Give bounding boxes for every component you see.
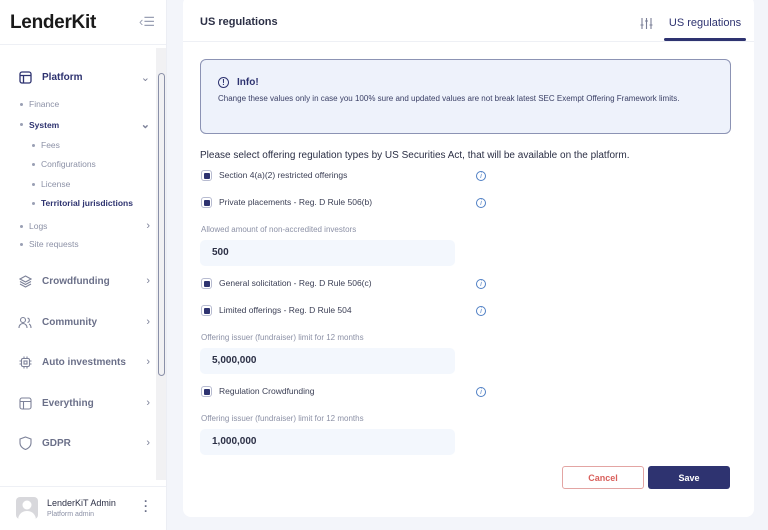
- divider: [183, 41, 754, 42]
- info-icon[interactable]: i: [476, 279, 486, 289]
- sidebar-item-label: Platform: [42, 71, 83, 83]
- sidebar-item-auto-investments[interactable]: Auto investments ›: [18, 353, 150, 371]
- checkbox-reg-d-506b[interactable]: [201, 197, 212, 208]
- sidebar-subitem-finance[interactable]: Finance: [20, 99, 150, 109]
- sidebar-item-everything[interactable]: Everything ›: [18, 394, 150, 412]
- divider: [0, 44, 166, 45]
- chevron-right-icon: ›: [146, 220, 150, 232]
- sidebar-subitem-configurations[interactable]: Configurations: [32, 159, 142, 169]
- checkbox-section-4a2[interactable]: [201, 170, 212, 181]
- user-role: Platform admin: [47, 511, 95, 518]
- sidebar-item-label: Community: [42, 316, 97, 328]
- checkbox-label: Section 4(a)(2) restricted offerings: [219, 170, 348, 180]
- label: License: [41, 179, 71, 189]
- label: Fees: [41, 140, 60, 150]
- chip-icon: [18, 355, 32, 369]
- sidebar-subitem-fees[interactable]: Fees: [32, 140, 142, 150]
- sliders-icon[interactable]: [640, 17, 653, 33]
- info-icon[interactable]: i: [476, 387, 486, 397]
- info-text: Change these values only in case you 100…: [218, 94, 680, 103]
- sidebar-item-crowdfunding[interactable]: Crowdfunding ›: [18, 272, 150, 290]
- sidebar-item-label: Auto investments: [42, 356, 126, 368]
- collapse-menu-icon[interactable]: ‹☰: [139, 14, 155, 30]
- layout-icon: [18, 396, 32, 410]
- reg-d-504-limit-input[interactable]: 5,000,000: [200, 348, 455, 374]
- sidebar-subitem-system[interactable]: System ⌄: [20, 118, 150, 131]
- info-icon[interactable]: i: [476, 306, 486, 316]
- layout-icon: [18, 70, 32, 84]
- sidebar-subitem-site-requests[interactable]: Site requests: [20, 239, 150, 249]
- sidebar-subitem-logs[interactable]: Logs ›: [20, 220, 150, 232]
- logo: LenderKit: [10, 12, 96, 33]
- info-title-text: Info!: [237, 77, 259, 88]
- sidebar-item-platform[interactable]: Platform ⌄: [18, 68, 150, 86]
- checkbox-label: Private placements - Reg. D Rule 506(b): [219, 197, 373, 207]
- checkbox-reg-d-506c[interactable]: [201, 278, 212, 289]
- field-label: Offering issuer (fundraiser) limit for 1…: [201, 333, 364, 342]
- cancel-button[interactable]: Cancel: [562, 466, 644, 489]
- chevron-right-icon: ›: [146, 275, 150, 287]
- save-button[interactable]: Save: [648, 466, 730, 489]
- label: Finance: [29, 99, 60, 109]
- checkbox-reg-d-504[interactable]: [201, 305, 212, 316]
- shield-icon: [18, 436, 32, 450]
- info-icon[interactable]: i: [476, 171, 486, 181]
- user-name: LenderKiT Admin: [47, 498, 116, 508]
- sidebar: LenderKit ‹☰ Platform ⌄ Finance System ⌄ …: [0, 0, 167, 530]
- chevron-down-icon: ⌄: [140, 71, 150, 84]
- page-title: US regulations: [200, 16, 278, 28]
- more-vertical-icon[interactable]: · · ·: [144, 495, 148, 517]
- field-label: Offering issuer (fundraiser) limit for 1…: [201, 414, 364, 423]
- label: Configurations: [41, 159, 96, 169]
- checkbox-label: Regulation Crowdfunding: [219, 386, 315, 396]
- layers-icon: [18, 274, 32, 288]
- sidebar-subitem-license[interactable]: License: [32, 179, 142, 189]
- checkbox-label: General solicitation - Reg. D Rule 506(c…: [219, 278, 372, 288]
- chevron-right-icon: ›: [146, 316, 150, 328]
- label: Site requests: [29, 239, 79, 249]
- chevron-down-icon: ⌄: [140, 119, 150, 131]
- sidebar-item-label: Everything: [42, 397, 94, 409]
- sidebar-item-community[interactable]: Community ›: [18, 313, 150, 331]
- sidebar-item-gdpr[interactable]: GDPR ›: [18, 434, 150, 452]
- reg-cf-limit-input[interactable]: 1,000,000: [200, 429, 455, 455]
- scrollbar-thumb[interactable]: [158, 73, 165, 376]
- users-icon: [18, 315, 32, 329]
- checkbox-label: Limited offerings - Reg. D Rule 504: [219, 305, 352, 315]
- sidebar-item-label: GDPR: [42, 437, 71, 449]
- sidebar-item-label: Crowdfunding: [42, 275, 110, 287]
- alert-circle-icon: !: [218, 77, 229, 88]
- info-icon[interactable]: i: [476, 198, 486, 208]
- label: Logs: [29, 221, 48, 231]
- label: Territorial jurisdictions: [41, 198, 133, 208]
- field-label: Allowed amount of non-accredited investo…: [201, 225, 357, 234]
- chevron-right-icon: ›: [146, 397, 150, 409]
- label: System: [29, 119, 60, 130]
- info-title: ! Info!: [218, 77, 259, 88]
- chevron-right-icon: ›: [146, 356, 150, 368]
- avatar[interactable]: [16, 497, 38, 519]
- tab-us-regulations[interactable]: US regulations: [664, 17, 746, 29]
- non-accredited-investors-input[interactable]: 500: [200, 240, 455, 266]
- chevron-right-icon: ›: [146, 437, 150, 449]
- form-prompt: Please select offering regulation types …: [200, 150, 630, 161]
- checkbox-reg-crowdfunding[interactable]: [201, 386, 212, 397]
- sidebar-subitem-territorial-jurisdictions[interactable]: Territorial jurisdictions: [32, 198, 152, 208]
